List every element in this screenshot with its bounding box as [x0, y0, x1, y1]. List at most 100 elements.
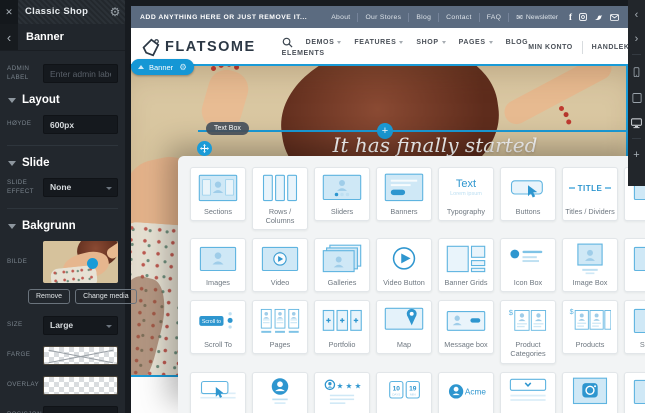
nav-item-demos[interactable]: DEMOS [306, 39, 342, 46]
facebook-icon[interactable]: f [569, 12, 572, 22]
textbox-element-chip[interactable]: Text Box [206, 122, 249, 135]
banner-grids-icon [441, 242, 491, 276]
back-chevron-icon[interactable]: ‹ [0, 24, 18, 50]
element-card-video[interactable]: Video [252, 238, 308, 292]
gear-icon[interactable]: ⚙ [105, 0, 125, 24]
drag-handle[interactable] [197, 141, 212, 156]
element-card-icon-box[interactable]: Icon Box [500, 238, 556, 292]
element-card-typography[interactable]: TextLorem ipsumTypography [438, 167, 494, 221]
element-card-map[interactable]: Map [376, 300, 432, 354]
element-card-products[interactable]: $Products [562, 300, 618, 354]
size-label: SIZE [7, 321, 39, 330]
logo-icon: Acme [441, 376, 491, 410]
element-card-banners[interactable]: Banners [376, 167, 432, 221]
element-card-portfolio[interactable]: Portfolio [314, 300, 370, 354]
nav-item-features[interactable]: FEATURES [354, 39, 403, 46]
chevron-down-icon [106, 325, 112, 328]
element-card-video-button[interactable]: Video Button [376, 238, 432, 292]
size-select[interactable]: Large [43, 316, 118, 335]
phone-icon[interactable] [631, 66, 642, 79]
section-background[interactable]: Bakgrunn [8, 220, 118, 232]
element-card-galleries[interactable]: Galleries [314, 238, 370, 292]
search-icon[interactable] [282, 37, 293, 48]
element-card-images[interactable]: Images [190, 238, 246, 292]
scroll-to-icon: Scroll to [193, 304, 243, 338]
products-icon: $ [565, 304, 615, 338]
tabs-icon [193, 376, 243, 410]
account-link[interactable]: MIN KONTO [528, 44, 572, 51]
banners-icon [379, 171, 429, 205]
instagram-icon[interactable] [579, 13, 587, 21]
newsletter-link[interactable]: ✉Newsletter [509, 13, 565, 22]
chevron-right-icon[interactable]: › [635, 34, 639, 45]
icon-box-icon [503, 242, 553, 276]
element-card-instagram-feed[interactable]: Instagram feed [562, 372, 618, 413]
remove-image-button[interactable]: Remove [28, 289, 70, 304]
height-input[interactable] [43, 115, 118, 134]
topbar-link[interactable]: About [324, 14, 357, 21]
twitter-icon[interactable] [594, 13, 603, 21]
gear-icon[interactable]: ⚙ [179, 62, 187, 73]
element-card-titles-dividers[interactable]: TITLETitles / Dividers [562, 167, 618, 221]
chevron-down-icon [106, 187, 112, 190]
close-icon[interactable]: ✕ [0, 0, 18, 24]
element-card-buttons[interactable]: Buttons [500, 167, 556, 221]
element-card-clipped-15[interactable]: Lig [624, 238, 645, 292]
topbar-link[interactable]: Contact [439, 14, 479, 21]
element-card-rows-columns[interactable]: Rows / Columns [252, 167, 308, 230]
plus-icon[interactable]: + [633, 150, 639, 161]
element-card-accordion[interactable]: Accordion [500, 372, 556, 413]
nav-item-pages[interactable]: PAGES [459, 39, 493, 46]
svg-text:DAYS: DAYS [392, 393, 400, 397]
section-slide[interactable]: Slide [8, 157, 118, 169]
element-card-image-box[interactable]: Image Box [562, 238, 618, 292]
email-icon[interactable] [610, 14, 619, 21]
chevron-left-icon[interactable]: ‹ [635, 10, 639, 21]
element-card-sections[interactable]: Sections [190, 167, 246, 221]
video-icon [255, 242, 305, 276]
envelope-icon: ✉ [516, 13, 523, 22]
element-card-label: Banners [379, 205, 429, 218]
element-card-clipped-23[interactable]: Sha ico [624, 300, 645, 354]
section-slide-label: Slide [22, 157, 49, 169]
change-media-button[interactable]: Change media [75, 289, 137, 304]
sections-icon [193, 171, 243, 205]
color-swatch[interactable] [43, 346, 118, 365]
element-card-label: Product Categories [503, 338, 553, 360]
element-card-sliders[interactable]: Sliders [314, 167, 370, 221]
tablet-icon[interactable] [631, 92, 643, 104]
element-card-countdown[interactable]: 10DAYS19MINCountdown [376, 372, 432, 413]
section-layout[interactable]: Layout [8, 94, 118, 106]
element-card-team-member[interactable]: Team Member [252, 372, 308, 413]
element-card-banner-grids[interactable]: Banner Grids [438, 238, 494, 292]
divider [632, 54, 641, 55]
element-card-scroll-to[interactable]: Scroll toScroll To [190, 300, 246, 354]
element-card-label: Map [379, 338, 429, 351]
nav-item-label: FEATURES [354, 39, 396, 46]
focus-point-dot[interactable] [87, 258, 98, 269]
overlay-swatch[interactable] [43, 376, 118, 395]
banner-element-chip[interactable]: Banner ⚙ [131, 59, 194, 75]
element-card-message-box[interactable]: Message box [438, 300, 494, 354]
background-image-thumbnail[interactable] [43, 241, 118, 283]
nav-item-shop[interactable]: SHOP [416, 39, 445, 46]
element-card-pages[interactable]: Pages [252, 300, 308, 354]
color-label: FARGE [7, 351, 39, 360]
flatsome-logo[interactable]: FLATSOME [141, 38, 256, 57]
topbar-link[interactable]: Blog [409, 14, 438, 21]
element-card-tabs[interactable]: Tabs [190, 372, 246, 413]
element-card-clipped-31[interactable]: Se [624, 372, 645, 413]
admin-label-input[interactable] [43, 64, 118, 83]
topbar-link[interactable]: FAQ [480, 14, 509, 21]
nav-item-elements[interactable]: ELEMENTS [282, 50, 529, 57]
topbar-link[interactable]: Our Stores [358, 14, 408, 21]
position-input[interactable] [43, 406, 118, 413]
element-card-product-categories[interactable]: $Product Categories [500, 300, 556, 363]
slide-effect-select[interactable]: None [43, 178, 118, 197]
nav-item-blog[interactable]: BLOG [506, 39, 529, 46]
element-card-testimonials[interactable]: ★ ★ ★Testimonials [314, 372, 370, 413]
element-card-logo[interactable]: AcmeLogo [438, 372, 494, 413]
add-element-button[interactable]: + [377, 123, 393, 139]
banner-headline-text[interactable]: It has finally started [290, 133, 580, 157]
desktop-icon[interactable] [630, 117, 643, 129]
